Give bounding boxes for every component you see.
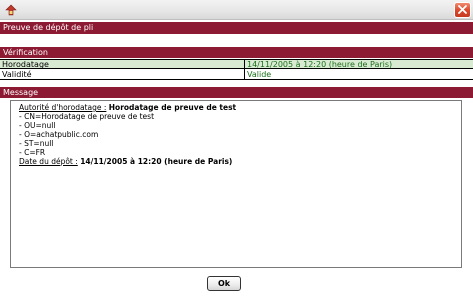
timestamp-label: Horodatage [0, 60, 245, 70]
detail-line: - O=achatpublic.com [19, 130, 99, 139]
validity-label: Validité [0, 70, 245, 80]
deposit-date-line: Date du dépôt : 14/11/2005 à 12:20 (heur… [19, 157, 461, 166]
verification-row-timestamp: Horodatage 14/11/2005 à 12:20 (heure de … [0, 59, 473, 70]
dialog-title: Preuve de dépôt de pli [0, 22, 473, 34]
dialog-window: Preuve de dépôt de pli Vérification Horo… [0, 0, 473, 298]
message-header: Message [0, 87, 473, 98]
title-bar[interactable] [0, 0, 473, 20]
detail-line: - C=FR [19, 148, 46, 157]
timestamp-value: 14/11/2005 à 12:20 (heure de Paris) [247, 60, 393, 69]
ok-button[interactable]: Ok [207, 276, 241, 291]
detail-line: - ST=null [19, 139, 54, 148]
close-icon [458, 4, 467, 16]
authority-value: Horodatage de preuve de test [108, 103, 237, 112]
validity-value: Valide [247, 70, 272, 79]
authority-label: Autorité d'horodatage : [19, 103, 107, 112]
detail-line: - OU=null [19, 121, 56, 130]
deposit-date-value: 14/11/2005 à 12:20 (heure de Paris) [80, 157, 233, 166]
close-button[interactable] [454, 2, 471, 18]
message-panel[interactable]: Autorité d'horodatage : Horodatage de pr… [10, 100, 462, 268]
deposit-date-label: Date du dépôt : [19, 157, 78, 166]
verification-row-validity: Validité Valide [0, 70, 473, 80]
authority-line: Autorité d'horodatage : Horodatage de pr… [19, 103, 461, 112]
verification-header: Vérification [0, 47, 473, 58]
app-icon [5, 4, 17, 16]
detail-line: - CN=Horodatage de preuve de test [19, 112, 155, 121]
